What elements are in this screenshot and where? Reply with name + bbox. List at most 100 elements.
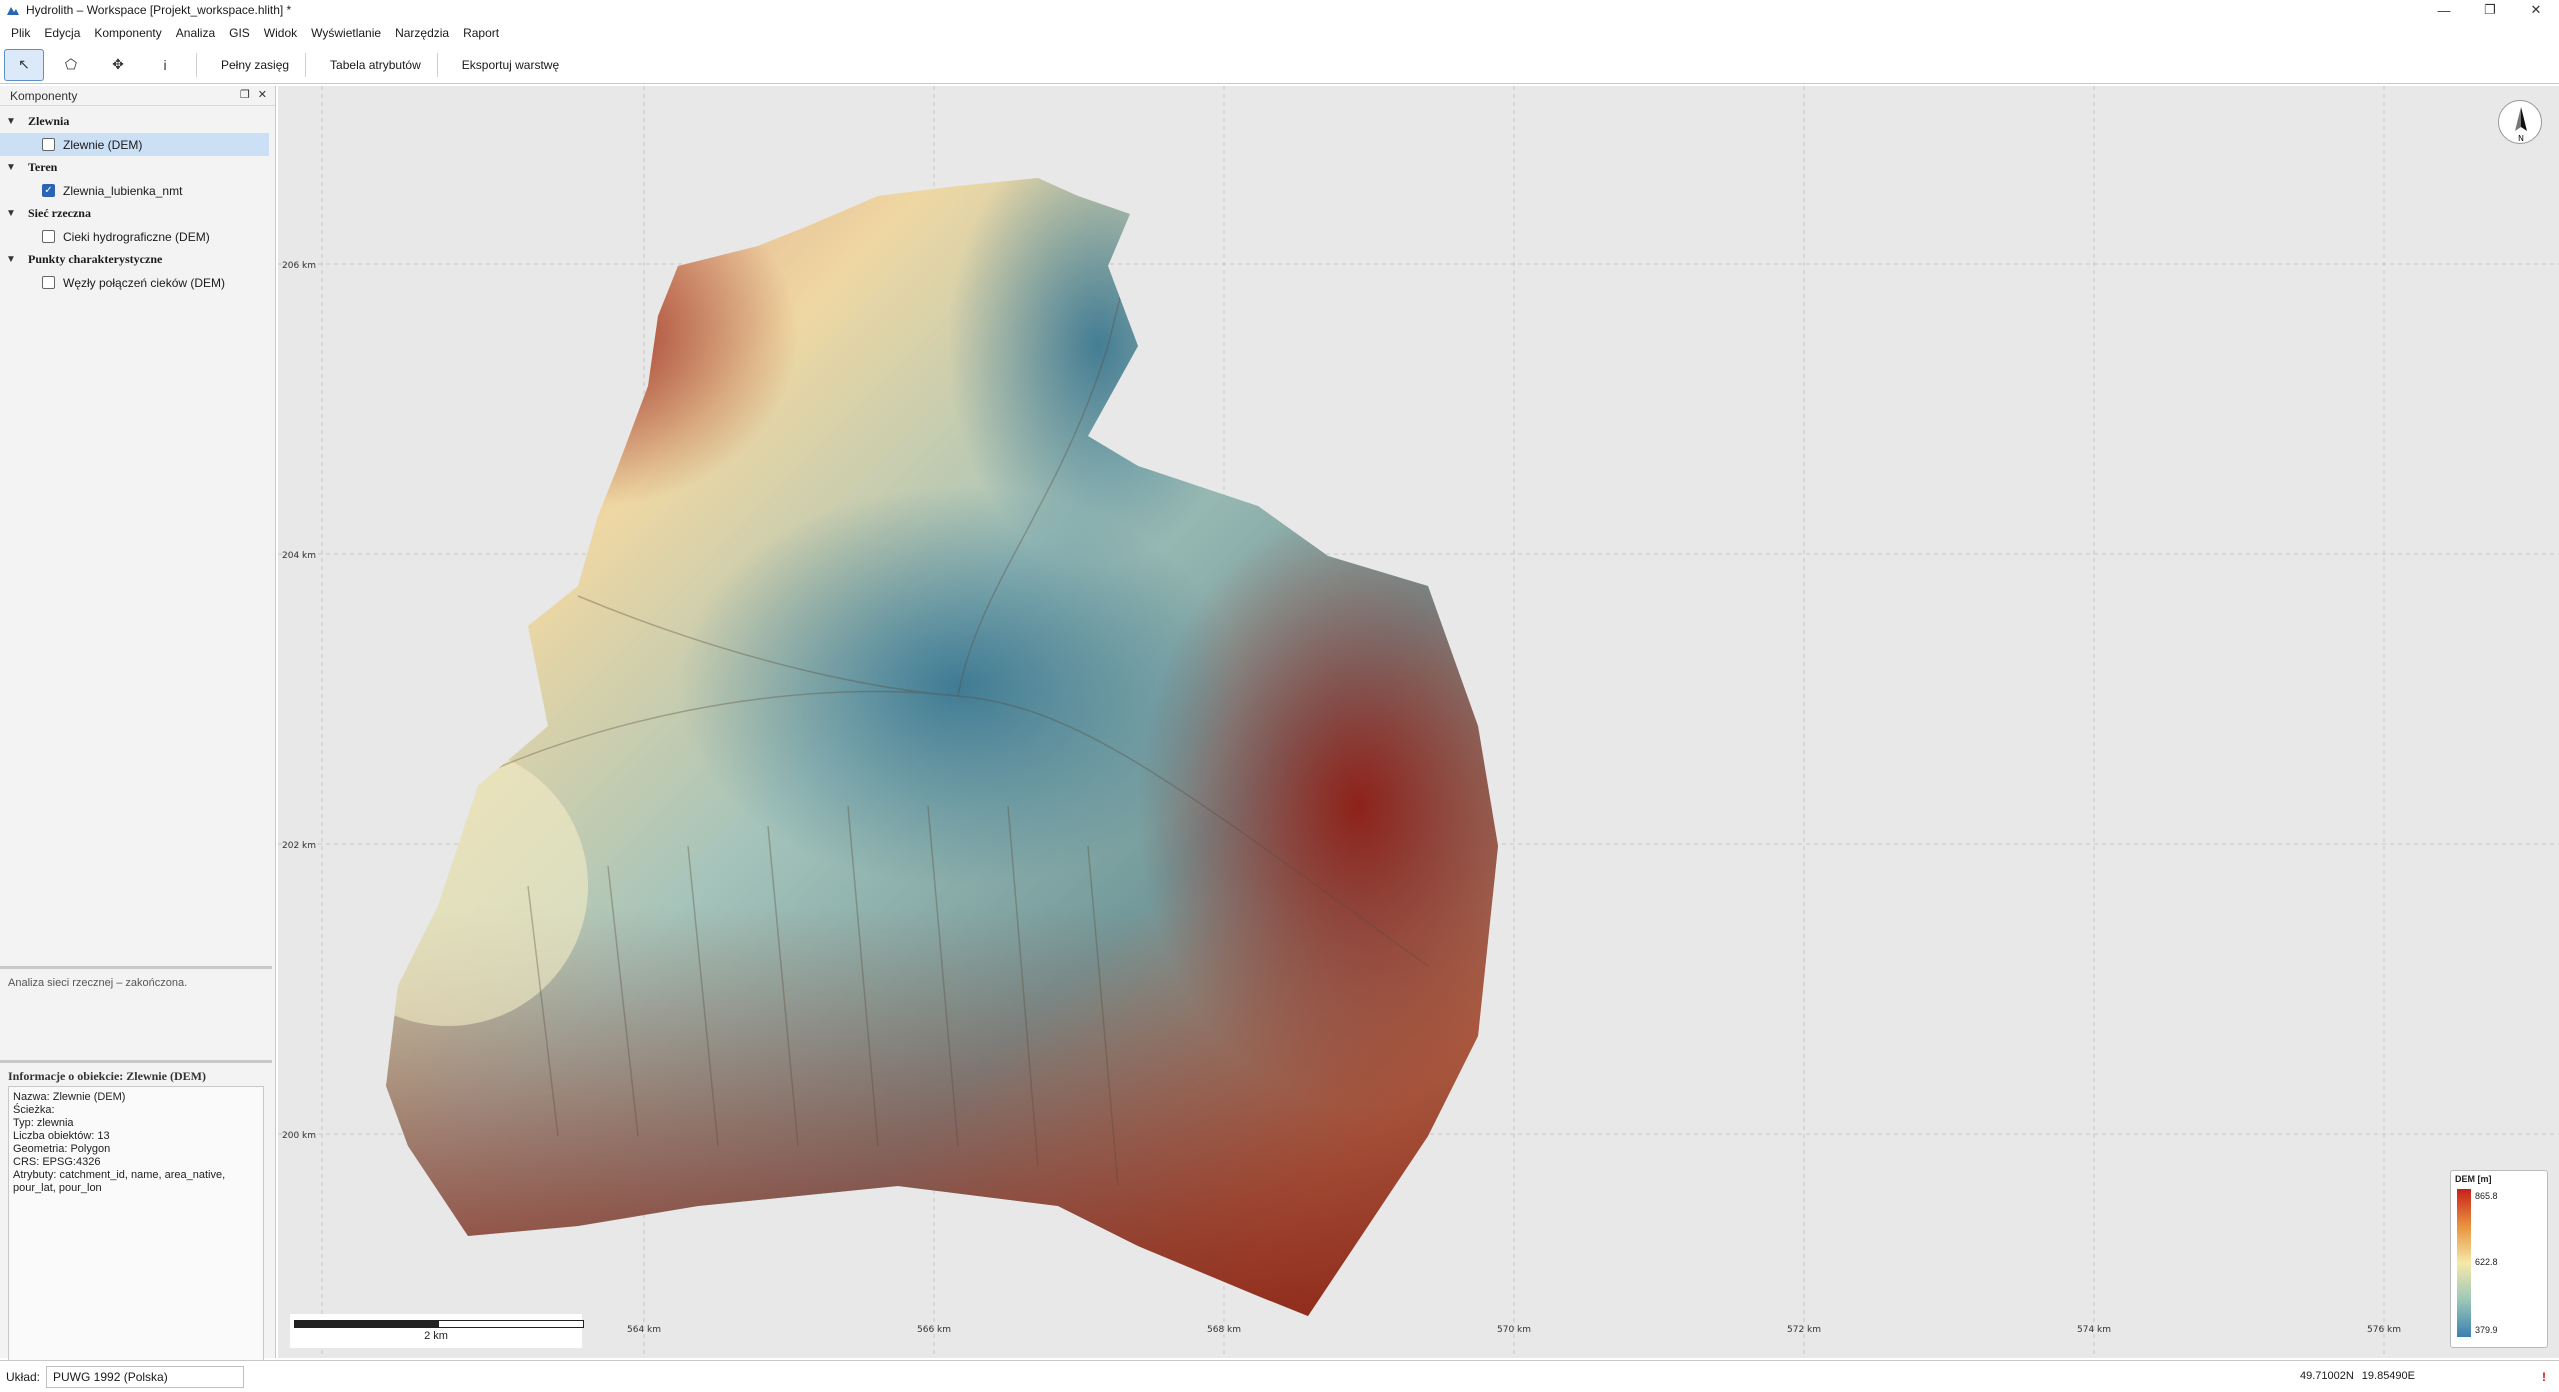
undock-icon[interactable]: ❐: [240, 88, 250, 101]
tree-group-siec-rzeczna[interactable]: ▼ Sieć rzeczna: [0, 202, 275, 225]
layer-checkbox[interactable]: ✓: [42, 184, 55, 197]
info-line: CRS: EPSG:4326: [13, 1156, 101, 1168]
components-panel-title: Komponenty: [10, 88, 78, 103]
components-panel-header: Komponenty ❐ ✕: [0, 86, 275, 106]
north-arrow: N: [2498, 100, 2542, 144]
info-line: Typ: zlewnia: [13, 1117, 74, 1129]
layer-checkbox[interactable]: [42, 230, 55, 243]
layer-item-zlewnie-dem[interactable]: Zlewnie (DEM): [0, 133, 269, 156]
status-log: Analiza sieci rzecznej – zakończona.: [0, 966, 272, 1056]
pointer-tool-button[interactable]: ↖: [4, 48, 44, 81]
crs-value: PUWG 1992 (Polska): [53, 1369, 168, 1384]
info-line: Geometria: Polygon: [13, 1143, 111, 1155]
pointer-icon: ↖: [18, 56, 30, 72]
menu-plik[interactable]: Plik: [4, 22, 37, 44]
y-tick-label: 200 km: [282, 1131, 316, 1141]
status-bar: Układ: PUWG 1992 (Polska) 49.71002N 19.8…: [0, 1360, 2559, 1392]
latitude-readout: 49.71002N: [2299, 1370, 2354, 1382]
dem-raster: [386, 178, 1498, 1316]
chevron-down-icon[interactable]: ▼: [6, 254, 18, 265]
alert-icon[interactable]: !: [2535, 1367, 2553, 1387]
map-svg: 206 km 204 km 202 km 200 km 564 km 566 k…: [278, 86, 2559, 1358]
info-line: Ścieżka:: [13, 1104, 55, 1116]
tree-group-label: Punkty charakterystyczne: [28, 252, 163, 266]
info-line: Nazwa: Zlewnie (DEM): [13, 1091, 126, 1103]
menu-widok[interactable]: Widok: [257, 22, 304, 44]
menu-narzedzia[interactable]: Narzędzia: [388, 22, 456, 44]
layer-item-wezly-polaczen[interactable]: Węzły połączeń cieków (DEM): [0, 271, 269, 294]
scale-bar-label: 2 km: [424, 1330, 448, 1342]
layer-label: Zlewnia_lubienka_nmt: [63, 183, 183, 198]
x-tick-label: 572 km: [1787, 1325, 1821, 1335]
layer-label: Zlewnie (DEM): [63, 137, 143, 152]
object-info-box[interactable]: Nazwa: Zlewnie (DEM) Ścieżka: Typ: zlewn…: [8, 1086, 264, 1366]
tree-group-label: Sieć rzeczna: [28, 206, 91, 220]
layer-checkbox[interactable]: [42, 276, 55, 289]
layer-label: Cieki hydrograficzne (DEM): [63, 229, 210, 244]
tree-group-punkty-charakterystyczne[interactable]: ▼ Punkty charakterystyczne: [0, 248, 275, 271]
x-tick-label: 564 km: [627, 1325, 661, 1335]
pan-tool-button[interactable]: ✥: [98, 49, 138, 81]
legend-min-label: 379.9: [2475, 1325, 2498, 1335]
window-title: Hydrolith – Workspace [Projekt_workspace…: [26, 3, 292, 17]
close-button[interactable]: ✕: [2513, 0, 2559, 20]
menu-komponenty[interactable]: Komponenty: [87, 22, 168, 44]
info-line: Atrybuty: catchment_id, name, area_nativ…: [13, 1169, 226, 1181]
cursor-coordinates: 49.71002N 19.85490E: [2300, 1370, 2415, 1382]
crs-label: Układ:: [6, 1369, 41, 1384]
legend-mid-label: 622.8: [2475, 1257, 2498, 1267]
object-info-panel: Informacje o obiekcie: Zlewnie (DEM) Naz…: [0, 1060, 272, 1366]
app-icon: [7, 7, 19, 15]
map-canvas[interactable]: 206 km 204 km 202 km 200 km 564 km 566 k…: [278, 86, 2559, 1358]
maximize-button[interactable]: ❐: [2467, 0, 2513, 20]
y-tick-label: 204 km: [282, 551, 316, 561]
toolbar-separator: [436, 52, 438, 77]
crs-select[interactable]: PUWG 1992 (Polska): [46, 1365, 245, 1388]
legend-title: DEM [m]: [2455, 1174, 2492, 1184]
close-panel-icon[interactable]: ✕: [258, 88, 267, 101]
menu-raport[interactable]: Raport: [456, 22, 506, 44]
toolbar-separator: [196, 52, 197, 77]
polygon-icon: ⬠: [64, 56, 78, 72]
menu-edycja[interactable]: Edycja: [37, 22, 87, 44]
layer-item-cieki-hydrograficzne[interactable]: Cieki hydrograficzne (DEM): [0, 225, 269, 248]
layer-checkbox[interactable]: [42, 138, 55, 151]
x-tick-label: 574 km: [2077, 1325, 2111, 1335]
dem-legend: DEM [m] 865.8 622.8 379.9: [2450, 1170, 2548, 1348]
legend-color-ramp: [2457, 1189, 2471, 1337]
info-tool-button[interactable]: i: [145, 49, 185, 81]
layer-tree: ▼ Zlewnia Zlewnie (DEM) ▼ Teren ✓ Zlewni…: [0, 106, 275, 294]
layer-item-zlewnia-lubienka-nmt[interactable]: ✓ Zlewnia_lubienka_nmt: [0, 179, 269, 202]
chevron-down-icon[interactable]: ▼: [6, 208, 18, 219]
chevron-down-icon[interactable]: ▼: [6, 116, 18, 127]
y-tick-label: 206 km: [282, 261, 316, 271]
north-label: N: [2518, 134, 2524, 143]
toolbar: ↖ ⬠ ✥ i Pełny zasięg Tabela atrybutów Ek…: [0, 46, 2559, 84]
components-panel: Komponenty ❐ ✕ ▼ Zlewnia Zlewnie (DEM) ▼…: [0, 86, 276, 1366]
tree-group-teren[interactable]: ▼ Teren: [0, 156, 275, 179]
full-extent-button[interactable]: Pełny zasięg: [209, 50, 301, 80]
x-tick-label: 568 km: [1207, 1325, 1241, 1335]
menu-gis[interactable]: GIS: [222, 22, 257, 44]
x-tick-label: 570 km: [1497, 1325, 1531, 1335]
checkmark-icon: ✓: [44, 185, 53, 196]
menu-analiza[interactable]: Analiza: [169, 22, 222, 44]
export-layer-button[interactable]: Eksportuj warstwę: [450, 50, 571, 80]
attribute-table-button[interactable]: Tabela atrybutów: [318, 50, 433, 80]
tree-group-label: Teren: [28, 160, 58, 174]
object-info-title: Informacje o obiekcie: Zlewnie (DEM): [8, 1069, 206, 1083]
status-message: Analiza sieci rzecznej – zakończona.: [8, 977, 188, 989]
info-line: Liczba obiektów: 13: [13, 1130, 110, 1142]
tree-group-zlewnia[interactable]: ▼ Zlewnia: [0, 110, 275, 133]
chevron-down-icon[interactable]: ▼: [6, 162, 18, 173]
scale-bar: 2 km: [290, 1314, 584, 1348]
menu-wyswietlanie[interactable]: Wyświetlanie: [304, 22, 388, 44]
minimize-button[interactable]: —: [2421, 0, 2467, 20]
scale-bar-graphic: [294, 1320, 584, 1328]
x-tick-label: 576 km: [2367, 1325, 2401, 1335]
y-tick-label: 202 km: [282, 841, 316, 851]
polygon-tool-button[interactable]: ⬠: [51, 49, 91, 81]
info-icon: i: [163, 56, 167, 73]
info-line: pour_lat, pour_lon: [13, 1182, 102, 1194]
pan-icon: ✥: [112, 56, 124, 72]
